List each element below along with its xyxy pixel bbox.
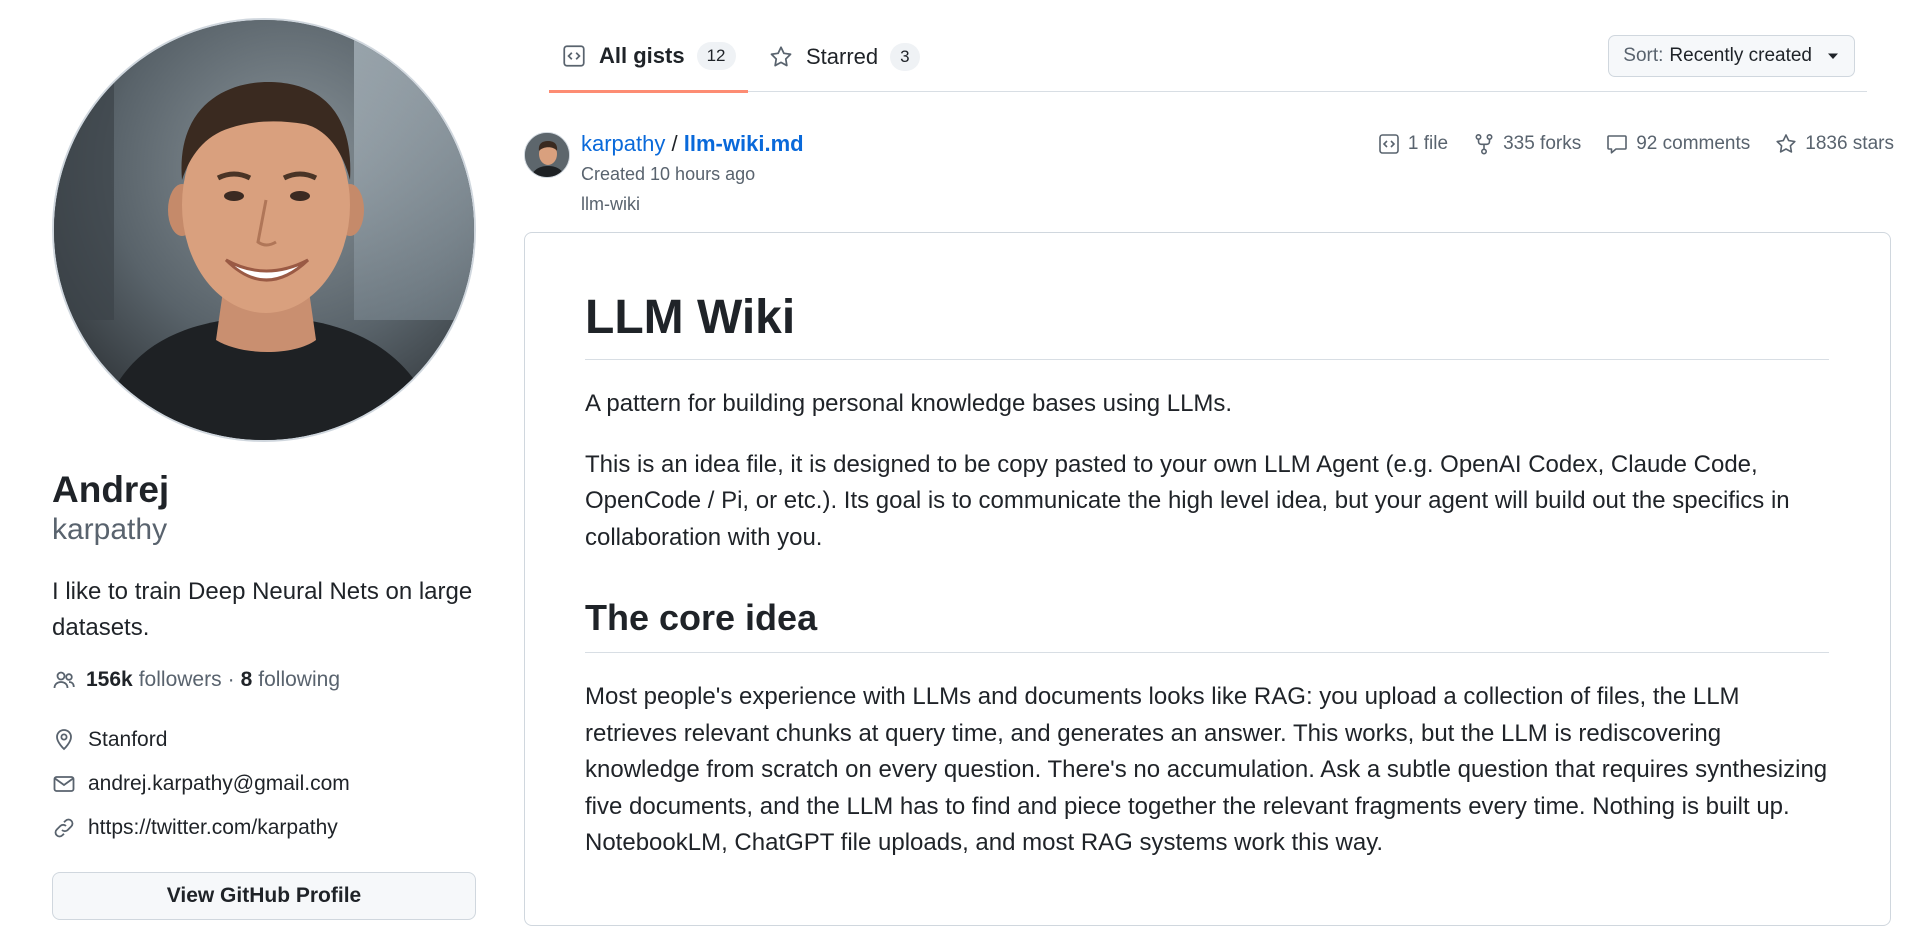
gist-files-link[interactable]: 1 file xyxy=(1377,132,1448,156)
link-icon xyxy=(52,816,88,840)
location-pin-icon xyxy=(52,728,88,752)
markdown-paragraph-core-idea: Most people's experience with LLMs and d… xyxy=(585,683,1828,856)
gist-meta: 1 file 335 forks 92 comments 1836 stars xyxy=(1377,130,1894,158)
sort-value: Recently created xyxy=(1669,45,1812,66)
profile-details: Stanford andrej.karpathy@gmail.com https… xyxy=(52,718,477,850)
profile-bio: I like to train Deep Neural Nets on larg… xyxy=(52,578,473,641)
gist-description: llm-wiki xyxy=(581,194,640,214)
gist-stars-link[interactable]: 1836 stars xyxy=(1774,132,1894,156)
code-square-icon xyxy=(561,43,587,69)
profile-email: andrej.karpathy@gmail.com xyxy=(52,762,477,806)
gist-tabs: All gists 12 Starred 3 Sort: Recently cr… xyxy=(549,22,1867,93)
star-icon xyxy=(1774,132,1798,156)
gist-title-separator: / xyxy=(671,131,678,156)
tab-all-gists-label: All gists xyxy=(599,43,685,68)
profile-login: karpathy xyxy=(52,513,168,546)
following-label: following xyxy=(258,668,340,691)
star-icon xyxy=(768,44,794,70)
gist-file-box: LLM Wiki A pattern for building personal… xyxy=(524,232,1891,926)
profile-website: https://twitter.com/karpathy xyxy=(52,806,477,850)
gist-header: karpathy / llm-wiki.md Created 10 hours … xyxy=(524,130,1894,220)
markdown-heading-2: The core idea xyxy=(585,596,1829,653)
markdown-paragraph-intro: A pattern for building personal knowledg… xyxy=(585,390,1233,417)
gist-forks-link[interactable]: 335 forks xyxy=(1472,132,1581,156)
caret-down-icon xyxy=(1826,49,1840,63)
tab-all-gists-count: 12 xyxy=(696,42,736,70)
mail-icon xyxy=(52,772,88,796)
followers-link[interactable]: 156k followers xyxy=(86,668,222,692)
people-icon xyxy=(52,668,76,692)
gist-owner-link[interactable]: karpathy xyxy=(581,131,665,156)
follow-stats: 156k followers · 8 following xyxy=(52,664,477,696)
comment-icon xyxy=(1605,132,1629,156)
markdown-heading-1: LLM Wiki xyxy=(585,289,1829,360)
gist-comments-count: 92 comments xyxy=(1636,133,1751,154)
gist-title: karpathy / llm-wiki.md xyxy=(581,130,804,158)
followers-count: 156k xyxy=(86,668,133,691)
gist-forks-count: 335 forks xyxy=(1503,133,1582,154)
gist-created-time: Created 10 hours ago xyxy=(581,164,756,184)
tab-starred-count: 3 xyxy=(890,43,920,71)
gist-files-count: 1 file xyxy=(1407,133,1449,154)
tab-all-gists[interactable]: All gists 12 xyxy=(549,22,748,93)
markdown-paragraph-idea-file: This is an idea file, it is designed to … xyxy=(585,450,1790,551)
gist-stars-count: 1836 stars xyxy=(1805,133,1894,154)
tab-starred[interactable]: Starred 3 xyxy=(756,22,932,92)
view-github-profile-button[interactable]: View GitHub Profile xyxy=(52,872,476,920)
gist-comments-link[interactable]: 92 comments xyxy=(1605,132,1750,156)
profile-avatar[interactable] xyxy=(52,18,476,442)
tab-starred-label: Starred xyxy=(806,44,879,69)
sort-dropdown-button[interactable]: Sort: Recently created xyxy=(1608,35,1855,77)
markdown-body: LLM Wiki A pattern for building personal… xyxy=(585,289,1829,862)
gist-filename-link[interactable]: llm-wiki.md xyxy=(684,131,804,156)
sort-label: Sort: xyxy=(1623,45,1664,66)
following-count: 8 xyxy=(240,668,253,691)
follow-separator: · xyxy=(227,668,235,691)
profile-location: Stanford xyxy=(52,718,477,762)
fork-icon xyxy=(1472,132,1496,156)
profile-name: Andrej xyxy=(52,469,170,510)
code-square-icon xyxy=(1377,132,1401,156)
website-link[interactable]: https://twitter.com/karpathy xyxy=(88,816,338,840)
email-link[interactable]: andrej.karpathy@gmail.com xyxy=(88,772,350,796)
followers-label: followers xyxy=(138,668,222,691)
following-link[interactable]: 8 following xyxy=(241,668,340,692)
location-text: Stanford xyxy=(88,728,168,751)
profile-sidebar: Andrej karpathy I like to train Deep Neu… xyxy=(52,18,477,920)
gist-owner-avatar[interactable] xyxy=(524,132,570,178)
